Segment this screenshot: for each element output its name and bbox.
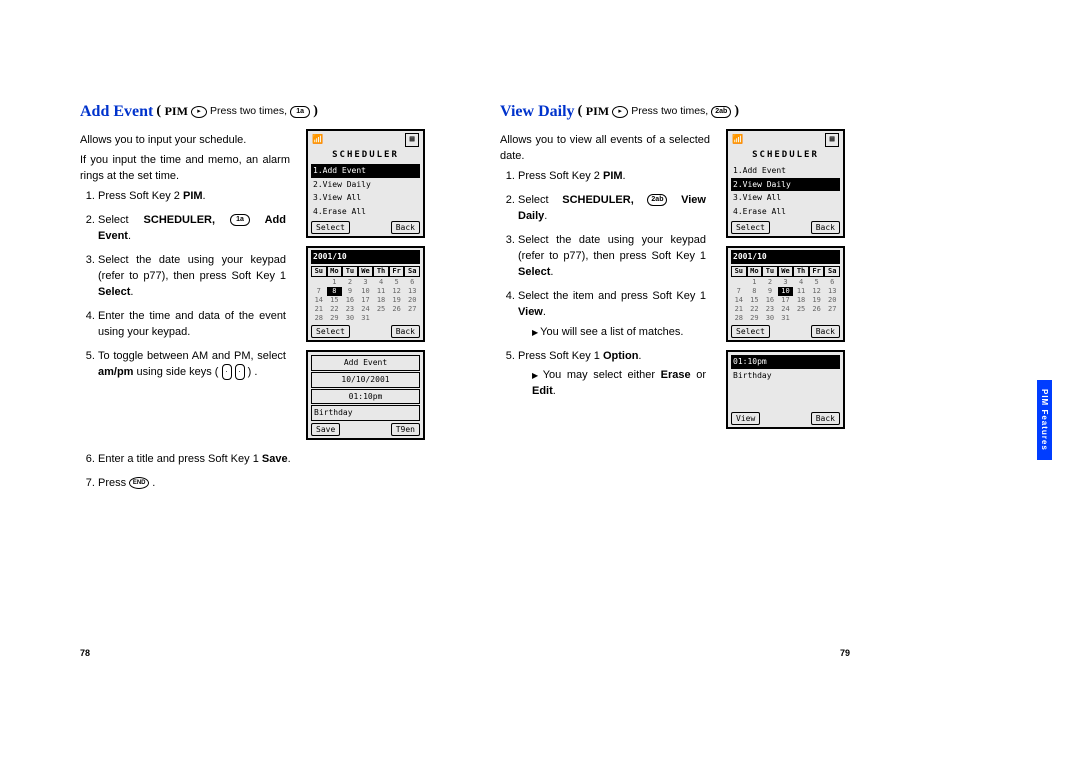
softkey-select: Select [731, 221, 770, 235]
close-paren: ) [734, 103, 739, 118]
step-4: Enter the time and data of the event usi… [98, 309, 290, 341]
signal-icon: 📶 [732, 134, 743, 147]
softkey-select: Select [311, 221, 350, 235]
end-key-icon: END [129, 477, 149, 489]
calendar-grid: 123456 78910111213 14151617181920 212223… [731, 278, 840, 323]
phone-screen-view: 01:10pm Birthday View Back [726, 350, 845, 429]
form-time: 01:10pm [311, 389, 420, 405]
step-7: Press END . [98, 476, 448, 492]
menu-item: 3.View All [311, 191, 420, 205]
screen-title: SCHEDULER [308, 149, 423, 164]
left-page: Add Event ( PIM ▸ Press two times, 1a ) … [80, 100, 430, 500]
menu-item: 2.View Daily [731, 178, 840, 192]
screenshots-col: 📶 ▦ SCHEDULER 1.Add Event 2.View Daily 3.… [306, 129, 426, 448]
intro-text-1: Allows you to input your schedule. [80, 133, 290, 149]
softkey-save: Save [311, 423, 340, 437]
calendar-grid: 123456 78910111213 14151617181920 212223… [311, 278, 420, 323]
calendar-month: 2001/10 [311, 250, 420, 264]
softkey-back: Back [811, 325, 840, 339]
menu-item: 3.View All [731, 191, 840, 205]
side-tab: PIM Features [1037, 380, 1052, 460]
phone-screen-menu: 📶 ▦ SCHEDULER 1.Add Event 2.View Daily 3.… [726, 129, 845, 238]
step-4: Select the item and press Soft Key 1 Vie… [518, 289, 710, 341]
scheduler-icon: ▦ [405, 133, 419, 147]
event-time: 01:10pm [731, 355, 840, 369]
phone-screen-addevent: Add Event 10/10/2001 01:10pm Birthday Sa… [306, 350, 425, 440]
key-2-icon-inline: 2ab [647, 194, 667, 206]
step-1: Press Soft Key 2 PIM. [98, 189, 290, 205]
form-title: Add Event [311, 355, 420, 371]
nav-right-icon: ▸ [191, 106, 207, 118]
scheduler-icon: ▦ [825, 133, 839, 147]
intro-text: Allows you to view all events of a selec… [500, 133, 710, 165]
substep: You will see a list of matches. [532, 325, 706, 341]
calendar-month: 2001/10 [731, 250, 840, 264]
heading-row: Add Event ( PIM ▸ Press two times, 1a ) [80, 100, 430, 123]
close-paren: ) [313, 103, 318, 118]
menu-item: 4.Erase All [311, 205, 420, 219]
screenshots-col: 📶 ▦ SCHEDULER 1.Add Event 2.View Daily 3.… [726, 129, 846, 437]
step-2: Select SCHEDULER, 2ab View Daily. [518, 193, 710, 225]
softkey-back: Back [391, 325, 420, 339]
nav-right-icon: ▸ [612, 106, 628, 118]
phone-screen-menu: 📶 ▦ SCHEDULER 1.Add Event 2.View Daily 3.… [306, 129, 425, 238]
open-paren: ( [156, 103, 164, 118]
pim-label: PIM [165, 104, 188, 118]
step-3: Select the date using your keypad (refer… [98, 253, 290, 301]
form-date: 10/10/2001 [311, 372, 420, 388]
step-3: Select the date using your keypad (refer… [518, 233, 710, 281]
softkey-back: Back [391, 221, 420, 235]
side-key-down-icon: · [235, 364, 245, 380]
page-number: 79 [840, 647, 850, 660]
key-1-icon-inline: 1a [230, 214, 250, 226]
menu-item: 2.View Daily [311, 178, 420, 192]
menu-item: 4.Erase All [731, 205, 840, 219]
softkey-back: Back [811, 221, 840, 235]
step-2: Select SCHEDULER, 1a Add Event. [98, 213, 290, 245]
intro-text-2: If you input the time and memo, an alarm… [80, 153, 290, 185]
press-text: Press two times, [210, 105, 287, 117]
softkey-back: Back [811, 412, 840, 426]
page-number: 78 [80, 647, 90, 660]
substep: You may select either Erase or Edit. [532, 368, 706, 400]
softkey-select: Select [731, 325, 770, 339]
phone-screen-calendar: 2001/10 SuMoTuWeThFrSa 123456 7891011121… [726, 246, 845, 342]
section-title: Add Event [80, 100, 153, 123]
menu-item: 1.Add Event [311, 164, 420, 178]
form-note: Birthday [311, 405, 420, 421]
signal-icon: 📶 [312, 134, 323, 147]
screen-title: SCHEDULER [728, 149, 843, 164]
softkey-view: View [731, 412, 760, 426]
press-text: Press two times, [631, 105, 708, 117]
heading-row: View Daily ( PIM ▸ Press two times, 2ab … [500, 100, 850, 123]
section-title: View Daily [500, 100, 575, 123]
right-page: View Daily ( PIM ▸ Press two times, 2ab … [500, 100, 850, 500]
softkey-t9: T9en [391, 423, 420, 437]
side-key-up-icon: · [222, 364, 232, 380]
pim-label: PIM [586, 104, 609, 118]
phone-screen-calendar: 2001/10 SuMoTuWeThFrSa 123456 7891011121… [306, 246, 425, 342]
open-paren: ( [578, 103, 586, 118]
step-5: To toggle between AM and PM, select am/p… [98, 349, 290, 382]
step-6: Enter a title and press Soft Key 1 Save. [98, 452, 448, 468]
event-note: Birthday [731, 369, 840, 383]
step-1: Press Soft Key 2 PIM. [518, 169, 710, 185]
step-5: Press Soft Key 1 Option. You may select … [518, 349, 710, 401]
key-2-icon: 2ab [711, 106, 731, 118]
key-1-icon: 1a [290, 106, 310, 118]
menu-item: 1.Add Event [731, 164, 840, 178]
softkey-select: Select [311, 325, 350, 339]
